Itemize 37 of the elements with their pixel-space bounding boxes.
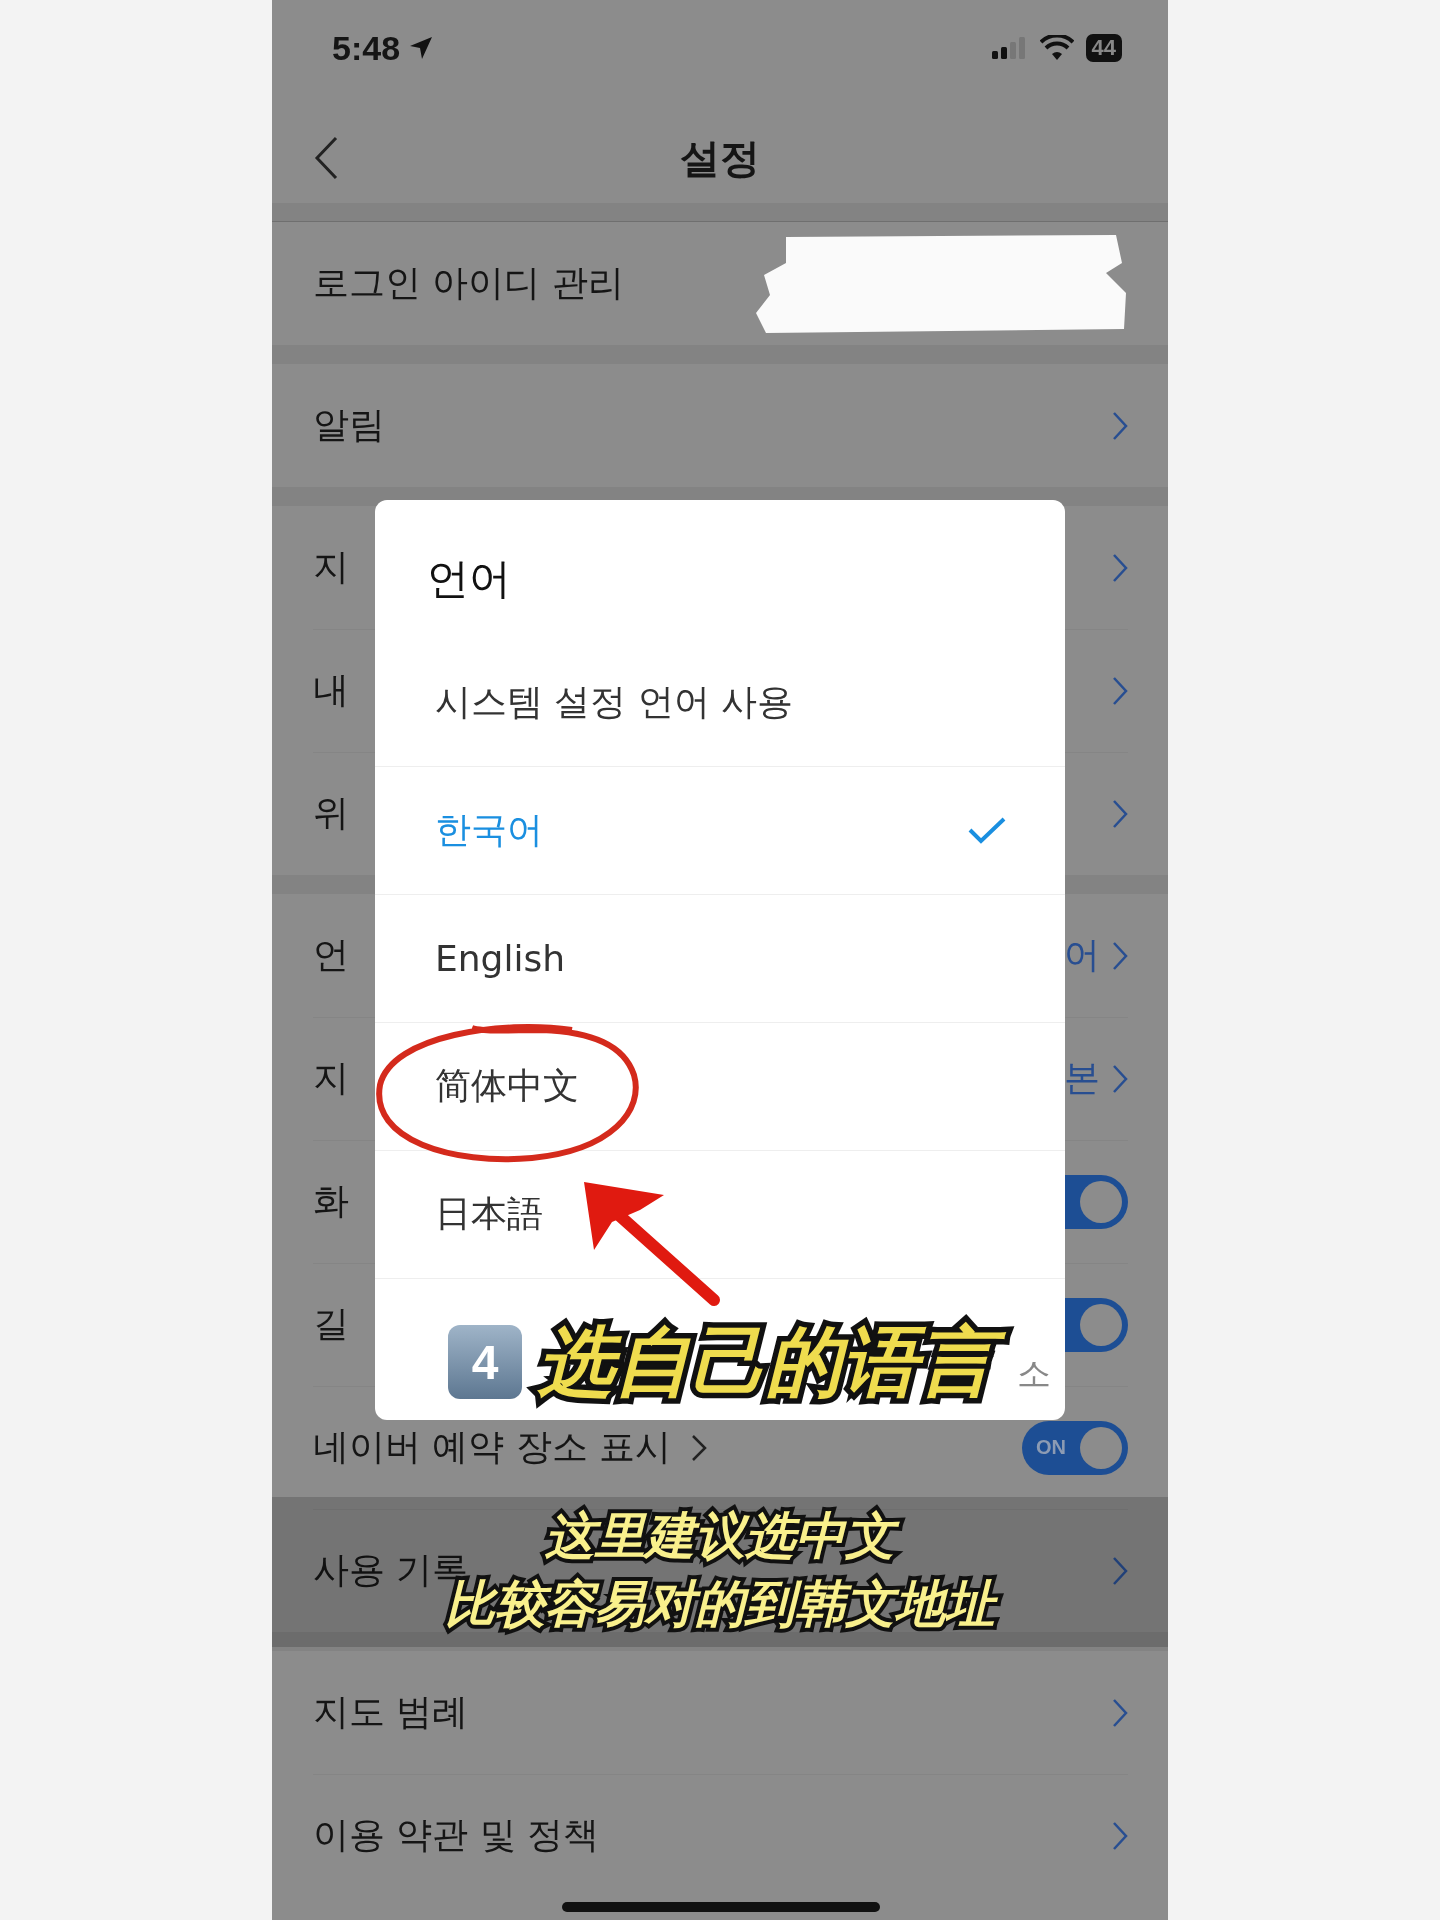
chevron-icon (1112, 1820, 1128, 1851)
location-arrow-icon (408, 35, 435, 61)
row-label: 네이버 예약 장소 표시 (313, 1425, 672, 1469)
language-option[interactable]: 시스템 설정 언어 사용 (375, 638, 1065, 766)
chevron-icon (1112, 410, 1128, 441)
chevron-icon (1112, 940, 1128, 971)
row-label: 지 (313, 1056, 349, 1100)
row-label: 로그인 아이디 관리 (313, 261, 624, 305)
chevron-icon (1112, 552, 1128, 583)
row-label: 화 (313, 1179, 349, 1223)
row-label: 이용 약관 및 정책 (313, 1813, 600, 1857)
chevron-icon (1112, 1063, 1128, 1094)
page-title: 설정 (680, 134, 760, 183)
row-label: 길 (313, 1302, 349, 1346)
row-label: 지 (313, 545, 349, 589)
row-label: 알림 (313, 403, 385, 447)
back-icon[interactable] (314, 136, 338, 180)
chevron-icon (1112, 675, 1128, 706)
cancel-button[interactable]: 소 (1017, 1350, 1051, 1397)
caption-text: 这里建议选中文 (533, 1504, 907, 1568)
signal-icon (991, 36, 1028, 60)
dialog-title: 언어 (426, 553, 512, 605)
language-option[interactable]: English (375, 894, 1065, 1022)
chevron-icon (1112, 798, 1128, 829)
row-label: 언 (313, 933, 349, 977)
status-time: 5:48 (332, 28, 401, 68)
chevron-icon (1112, 1697, 1128, 1728)
row-label: 지도 범례 (313, 1690, 469, 1734)
battery-indicator: 44 (1085, 34, 1122, 62)
checkmark-icon (967, 815, 1007, 846)
wifi-icon (1039, 35, 1074, 61)
chevron-icon (1112, 1555, 1128, 1586)
row-label: 위 (313, 791, 349, 835)
row-value: 어 (1064, 933, 1100, 977)
language-option[interactable]: 简体中文 (375, 1022, 1065, 1150)
row-value: 본 (1064, 1056, 1100, 1100)
row-label: 내 (313, 668, 349, 712)
